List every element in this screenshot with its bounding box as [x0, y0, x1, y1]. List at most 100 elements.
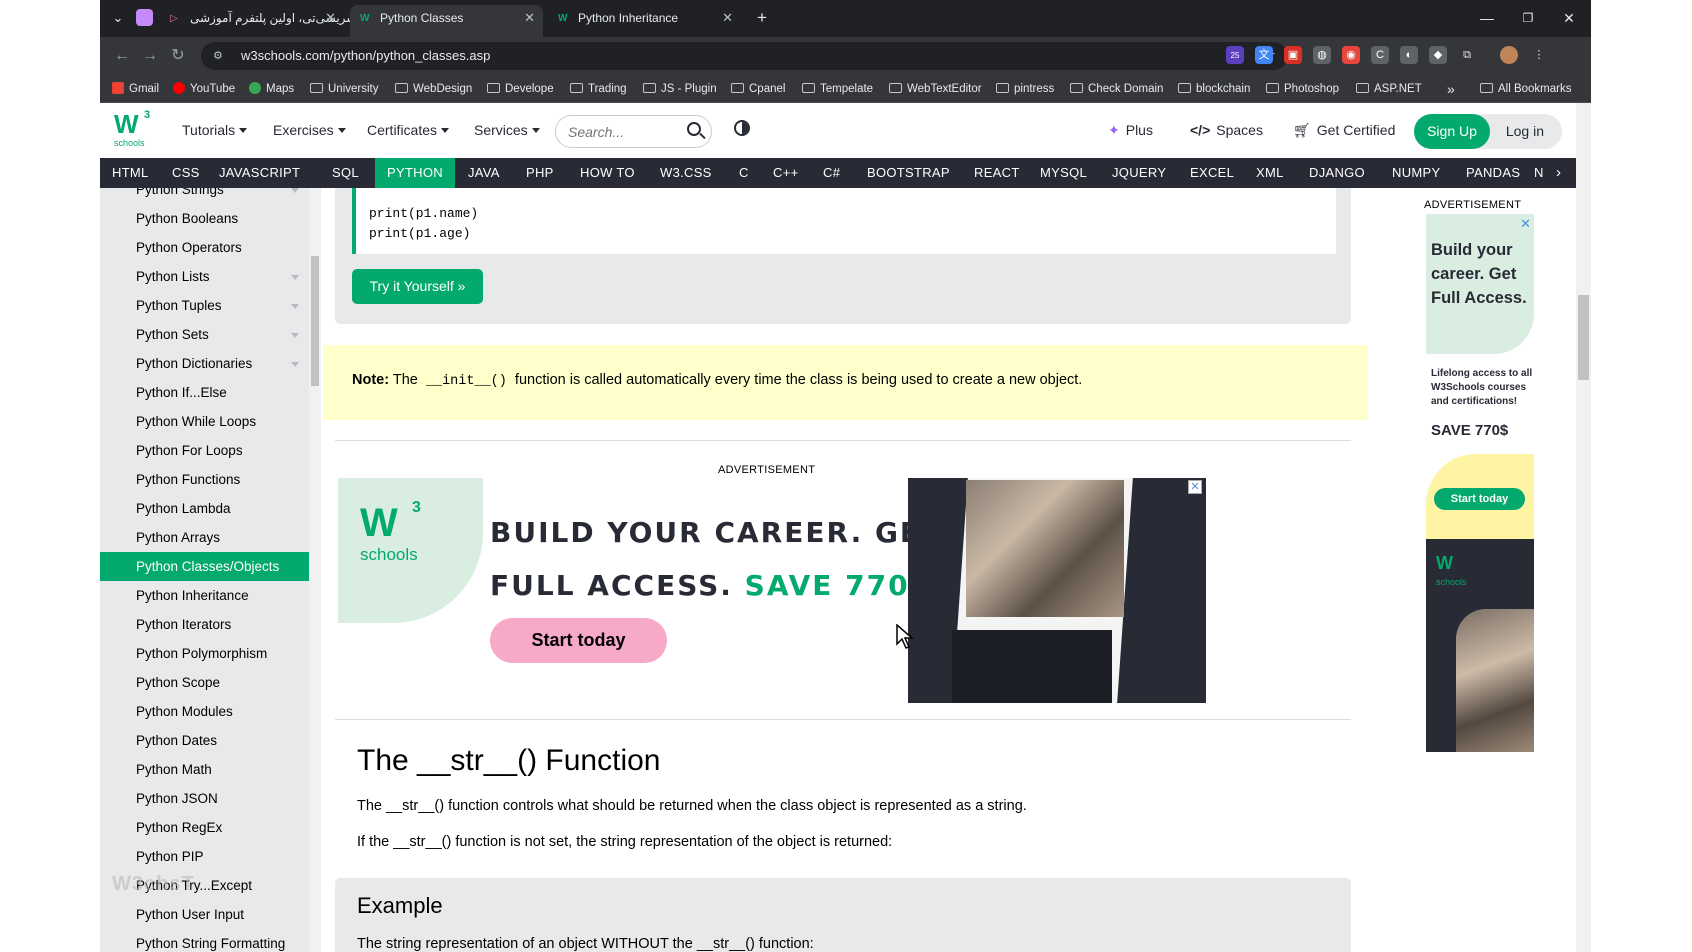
topnav-next-arrow-icon[interactable]: › [1548, 158, 1570, 188]
get-certified-link[interactable]: 🛒︎ Get Certified [1293, 103, 1395, 158]
extension-circle-icon[interactable]: ◉ [1342, 46, 1360, 64]
caret-down-icon[interactable] [291, 362, 299, 367]
theme-toggle-icon[interactable] [734, 120, 750, 136]
sidebar-item[interactable]: Python Tuples [100, 291, 309, 320]
bookmark-youtube[interactable]: YouTube [173, 75, 235, 103]
topnav-excel[interactable]: EXCEL [1178, 158, 1246, 188]
bookmark-aspnet[interactable]: ASP.NET [1356, 75, 1422, 103]
extension-icon[interactable]: 25 [1226, 46, 1244, 64]
extension-ci-icon[interactable]: C [1371, 46, 1389, 64]
sidebar-item[interactable]: Python If...Else [100, 378, 309, 407]
bookmark-webtexteditor[interactable]: WebTextEditor [889, 75, 982, 103]
ad-banner[interactable]: W 3 schools BUILD YOUR CAREER. GET FULL … [338, 478, 1206, 703]
signup-button[interactable]: Sign Up [1414, 114, 1490, 149]
topnav-jquery[interactable]: JQUERY [1100, 158, 1178, 188]
reload-icon[interactable]: ↻ [168, 46, 188, 66]
restore-icon[interactable]: ❐ [1508, 4, 1548, 32]
bookmark-develope[interactable]: Develope [487, 75, 554, 103]
right-ad-banner[interactable]: Build your career. Get Full Access. Life… [1426, 214, 1534, 752]
new-tab-button[interactable]: + [750, 6, 774, 30]
sidebar-item[interactable]: Python User Input [100, 900, 309, 929]
sidebar-item[interactable]: Python For Loops [100, 436, 309, 465]
topnav-c[interactable]: C [727, 158, 761, 188]
tab-python-inheritance[interactable]: W Python Inheritance ✕ [548, 5, 741, 37]
topnav-overflow[interactable]: N [1530, 158, 1548, 188]
search-input[interactable] [568, 121, 678, 143]
bookmark-maps[interactable]: Maps [249, 75, 294, 103]
sidebar-item[interactable]: Python Operators [100, 233, 309, 262]
minimize-icon[interactable]: — [1467, 4, 1507, 32]
extensions-puzzle-icon[interactable]: ⧉ [1458, 46, 1476, 64]
close-icon[interactable]: ✕ [524, 5, 535, 31]
caret-down-icon[interactable] [291, 304, 299, 309]
sidebar-item[interactable]: Python Scope [100, 668, 309, 697]
extension-gray-icon[interactable]: ◍ [1313, 46, 1331, 64]
bookmark-trading[interactable]: Trading [570, 75, 627, 103]
profile-avatar[interactable] [1500, 46, 1518, 64]
sidebar-item[interactable]: Python Lists [100, 262, 309, 291]
right-ad-start-button[interactable]: Start today [1434, 488, 1525, 510]
sidebar-item[interactable]: Python Booleans [100, 204, 309, 233]
topnav-react[interactable]: REACT [962, 158, 1032, 188]
tab-search-chevron-icon[interactable]: ⌄ [106, 6, 130, 30]
sidebar-item[interactable]: Python Lambda [100, 494, 309, 523]
bookmark-blockchain[interactable]: blockchain [1178, 75, 1250, 103]
site-info-icon[interactable]: ⚙ [213, 49, 227, 63]
bookmark-gmail[interactable]: Gmail [112, 75, 159, 103]
bookmarks-overflow[interactable]: » [1447, 75, 1455, 103]
back-arrow-icon[interactable]: ← [112, 46, 132, 66]
bookmark-university[interactable]: University [310, 75, 378, 103]
topnav-cpp[interactable]: C++ [761, 158, 810, 188]
w3schools-logo[interactable]: W 3 schools [114, 109, 152, 151]
sidebar-item[interactable]: Python JSON [100, 784, 309, 813]
topnav-java[interactable]: JAVA [456, 158, 512, 188]
menu-exercises[interactable]: Exercises [273, 103, 346, 158]
sidebar-item[interactable]: Python String Formatting [100, 929, 309, 952]
page-scrollbar[interactable] [1576, 103, 1591, 952]
sidebar-item[interactable]: Python Arrays [100, 523, 309, 552]
topnav-javascript[interactable]: JAVASCRIPT [207, 158, 312, 188]
bookmark-js-plugin[interactable]: JS - Plugin [643, 75, 717, 103]
caret-down-icon[interactable] [291, 188, 299, 193]
extension-diamond-icon[interactable]: ◆ [1429, 46, 1447, 64]
bookmark-webdesign[interactable]: WebDesign [395, 75, 472, 103]
topnav-python[interactable]: PYTHON [375, 158, 455, 188]
tab-python-classes[interactable]: W Python Classes ✕ [350, 5, 543, 37]
bookmark-tempelate[interactable]: Tempelate [802, 75, 873, 103]
topnav-w3css[interactable]: W3.CSS [648, 158, 724, 188]
sidebar-item[interactable]: Python Dictionaries [100, 349, 309, 378]
sidebar-item[interactable]: Python Polymorphism [100, 639, 309, 668]
tab-hashtag-ct[interactable]: ▷ هشریسی‌تی، اولین پلتفرم آموزشی ✕ [160, 5, 363, 37]
try-it-yourself-button[interactable]: Try it Yourself » [352, 269, 483, 304]
topnav-bootstrap[interactable]: BOOTSTRAP [855, 158, 962, 188]
address-bar[interactable]: ⚙ w3schools.com/python/python_classes.as… [201, 42, 1288, 70]
translate-extension-icon[interactable]: 文 [1255, 46, 1273, 64]
forward-arrow-icon[interactable]: → [140, 46, 160, 66]
browser-menu-icon[interactable]: ⋮ [1530, 46, 1548, 64]
sidebar-item[interactable]: Python RegEx [100, 813, 309, 842]
topnav-css[interactable]: CSS [160, 158, 212, 188]
plus-link[interactable]: ✦ Plus [1108, 103, 1153, 158]
page-scroll-thumb[interactable] [1578, 295, 1589, 380]
all-bookmarks[interactable]: All Bookmarks [1480, 75, 1572, 103]
bookmark-pintress[interactable]: pintress [996, 75, 1054, 103]
url-text[interactable]: w3schools.com/python/python_classes.asp [241, 42, 490, 70]
bookmark-cpanel[interactable]: Cpanel [731, 75, 785, 103]
sidebar-scrollbar[interactable] [309, 188, 321, 952]
extension-dark-icon[interactable]: ◐ [1400, 46, 1418, 64]
menu-services[interactable]: Services [474, 103, 540, 158]
profile-app-icon[interactable] [136, 9, 153, 26]
close-icon[interactable]: ✕ [325, 5, 336, 31]
sidebar-item[interactable]: Python Sets [100, 320, 309, 349]
bookmark-check-domain[interactable]: Check Domain [1070, 75, 1163, 103]
topnav-django[interactable]: DJANGO [1297, 158, 1377, 188]
sidebar-item[interactable]: Python Strings [100, 188, 309, 204]
sidebar-item-active[interactable]: Python Classes/Objects [100, 552, 309, 581]
menu-certificates[interactable]: Certificates [367, 103, 450, 158]
sidebar-scroll-thumb[interactable] [311, 256, 319, 386]
sidebar-item[interactable]: Python Dates [100, 726, 309, 755]
caret-down-icon[interactable] [291, 275, 299, 280]
window-close-icon[interactable]: ✕ [1549, 4, 1589, 32]
sidebar-item[interactable]: Python Iterators [100, 610, 309, 639]
bookmark-photoshop[interactable]: Photoshop [1266, 75, 1339, 103]
